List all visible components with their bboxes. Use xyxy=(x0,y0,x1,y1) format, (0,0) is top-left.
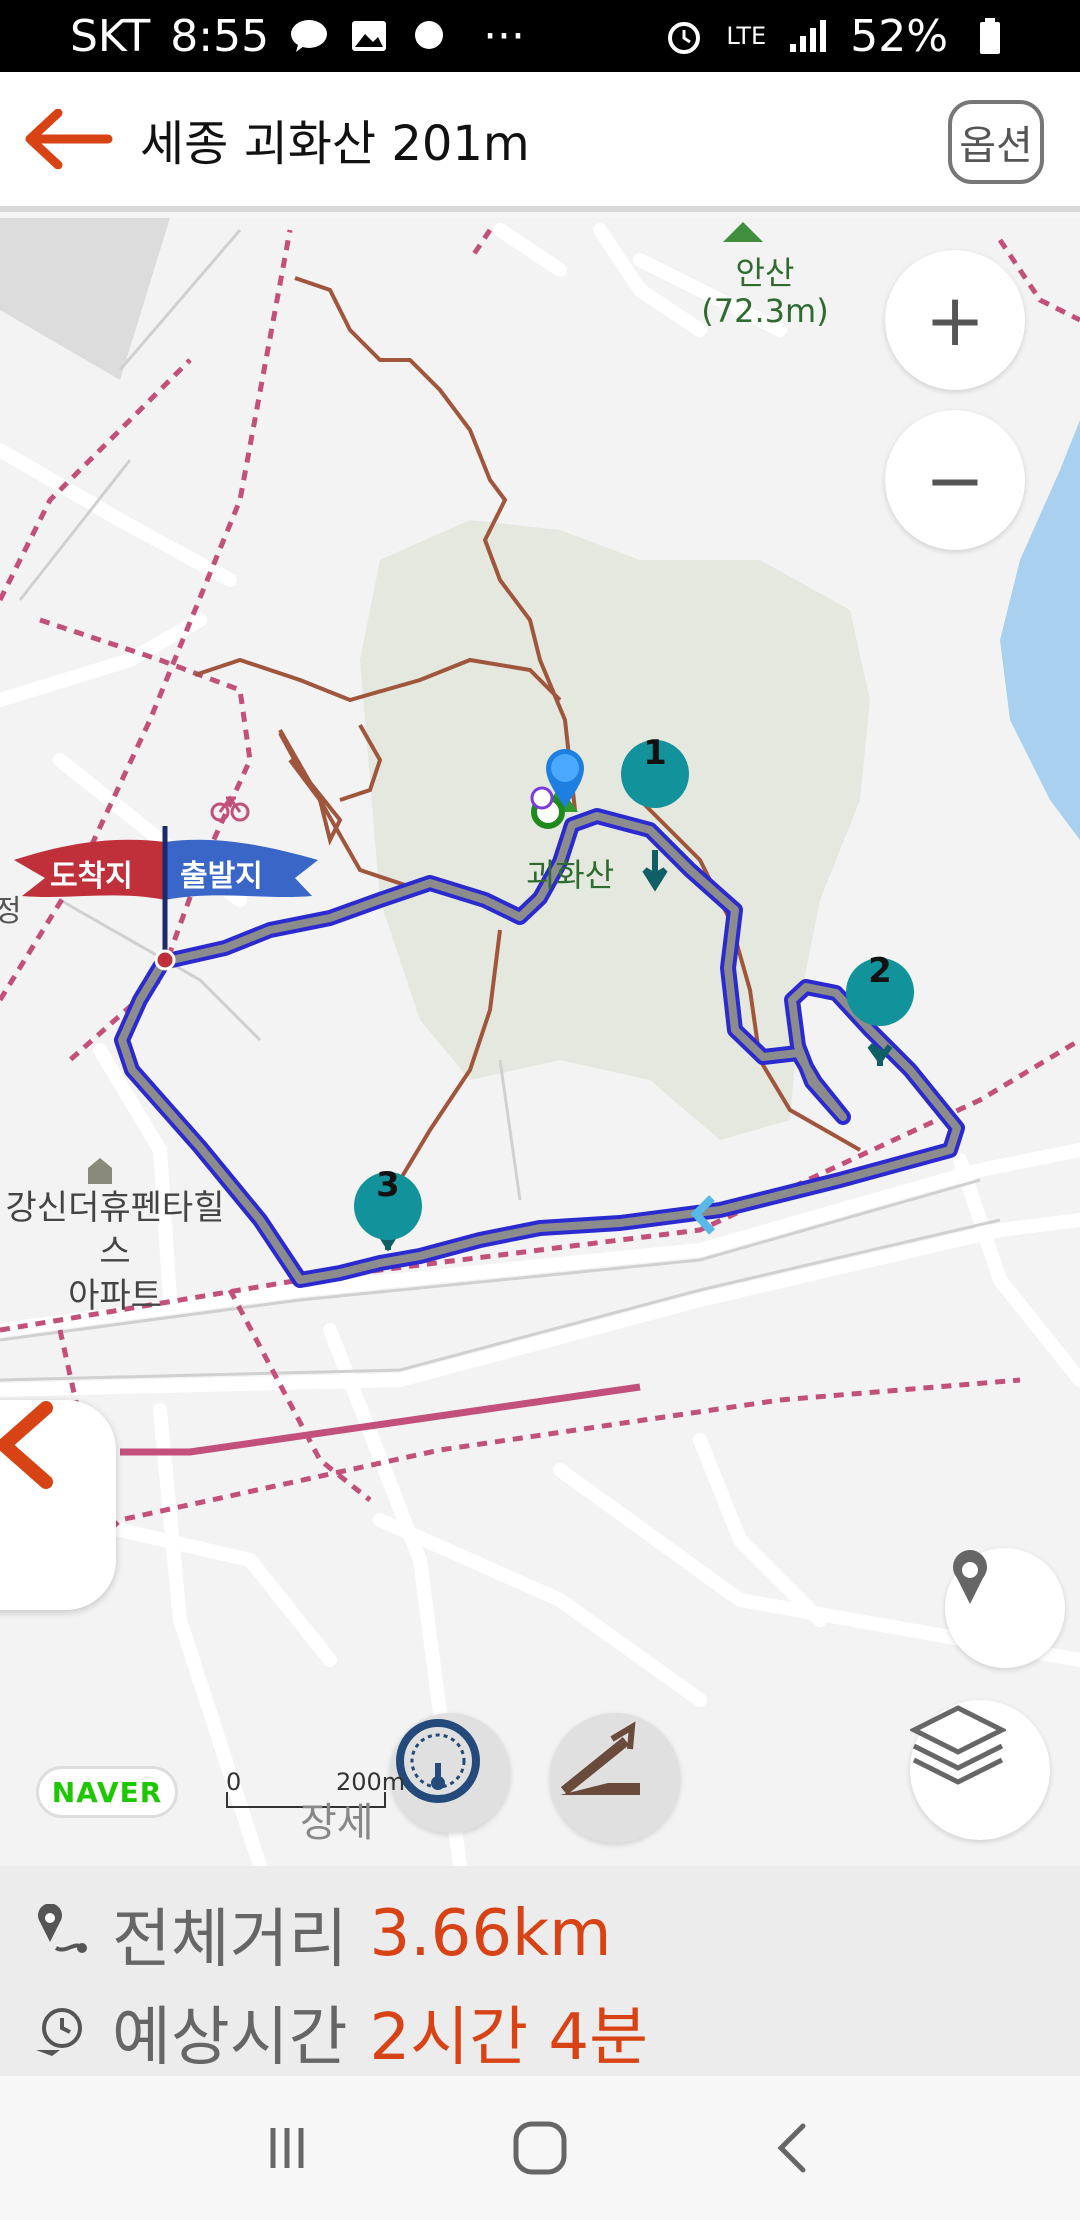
apartment-label[interactable]: 강신더휴펜타힐스 아파트 xyxy=(0,1186,240,1318)
time-label: 예상시간 xyxy=(112,2001,348,2075)
talk-icon xyxy=(289,16,329,56)
peak-marker-ansan xyxy=(723,222,763,242)
street-fragment-label: 장세 xyxy=(300,1800,374,1846)
start-end-flags xyxy=(14,826,318,971)
more-notifications: ··· xyxy=(483,10,526,62)
zoom-out-button[interactable]: − xyxy=(885,410,1025,550)
map-layers-button[interactable] xyxy=(910,1700,1050,1840)
peak-label-main[interactable]: 괴화산 xyxy=(510,856,630,894)
home-icon[interactable] xyxy=(510,2118,570,2178)
left-edge-label: 정 xyxy=(0,894,22,929)
alarm-icon xyxy=(664,16,704,56)
clock-text: 8:55 xyxy=(170,10,270,62)
image-icon xyxy=(349,16,389,56)
distance-row: 전체거리 3.66km xyxy=(30,1888,611,1980)
map-pin-icon xyxy=(953,1550,987,1604)
depart-flag-label: 출발지 xyxy=(180,859,263,894)
options-button[interactable]: 옵션 xyxy=(948,100,1044,184)
route-distance-icon xyxy=(38,1904,87,1953)
time-row: 예상시간 2시간 4분 xyxy=(30,1986,648,2078)
app-header: 세종 괴화산 201m 옵션 xyxy=(0,72,1080,212)
chevron-left-icon xyxy=(0,1401,53,1489)
back-arrow-icon[interactable] xyxy=(24,109,114,169)
status-bar: SKT 8:55 ··· LTE 52% xyxy=(0,0,1080,72)
peak-label-ansan[interactable]: 안산 (72.3m) xyxy=(700,254,830,330)
distance-value: 3.66km xyxy=(369,1897,612,1971)
route-summary-panel: 전체거리 3.66km 예상시간 2시간 4분 xyxy=(0,1866,1080,2076)
chat-bubble-icon xyxy=(409,16,449,56)
waypoint-1-label[interactable]: 1 xyxy=(635,733,675,773)
incline-icon xyxy=(560,1721,640,1795)
elevation-button[interactable] xyxy=(550,1713,680,1843)
map-view[interactable]: 1 2 3 도착지 출발지 안산 (72.3m) 괴화산 강신더휴펜타힐스 아파… xyxy=(0,218,1080,1866)
speedometer-button[interactable] xyxy=(390,1713,510,1833)
carrier-text: SKT xyxy=(70,10,151,62)
clock-route-icon xyxy=(36,2008,82,2056)
layers-icon xyxy=(910,1705,1006,1785)
signal-icon xyxy=(788,16,828,56)
page-title: 세종 괴화산 201m xyxy=(140,116,530,172)
distance-label: 전체거리 xyxy=(112,1903,348,1977)
side-panel-tab[interactable] xyxy=(0,1400,116,1610)
zoom-in-button[interactable]: + xyxy=(885,250,1025,390)
battery-icon xyxy=(970,16,1010,56)
building-icon xyxy=(88,1158,112,1184)
arrive-flag-label: 도착지 xyxy=(50,859,133,894)
battery-percent: 52% xyxy=(850,10,948,62)
my-location-button[interactable] xyxy=(945,1548,1065,1668)
android-nav-bar xyxy=(0,2076,1080,2220)
waypoint-3-label[interactable]: 3 xyxy=(368,1165,408,1205)
back-nav-icon[interactable] xyxy=(763,2118,823,2178)
waypoint-2-label[interactable]: 2 xyxy=(860,951,900,991)
naver-logo: NAVER xyxy=(36,1766,178,1818)
time-value: 2시간 4분 xyxy=(369,2001,648,2075)
network-type: LTE xyxy=(726,22,767,50)
recent-apps-icon[interactable] xyxy=(257,2118,317,2178)
